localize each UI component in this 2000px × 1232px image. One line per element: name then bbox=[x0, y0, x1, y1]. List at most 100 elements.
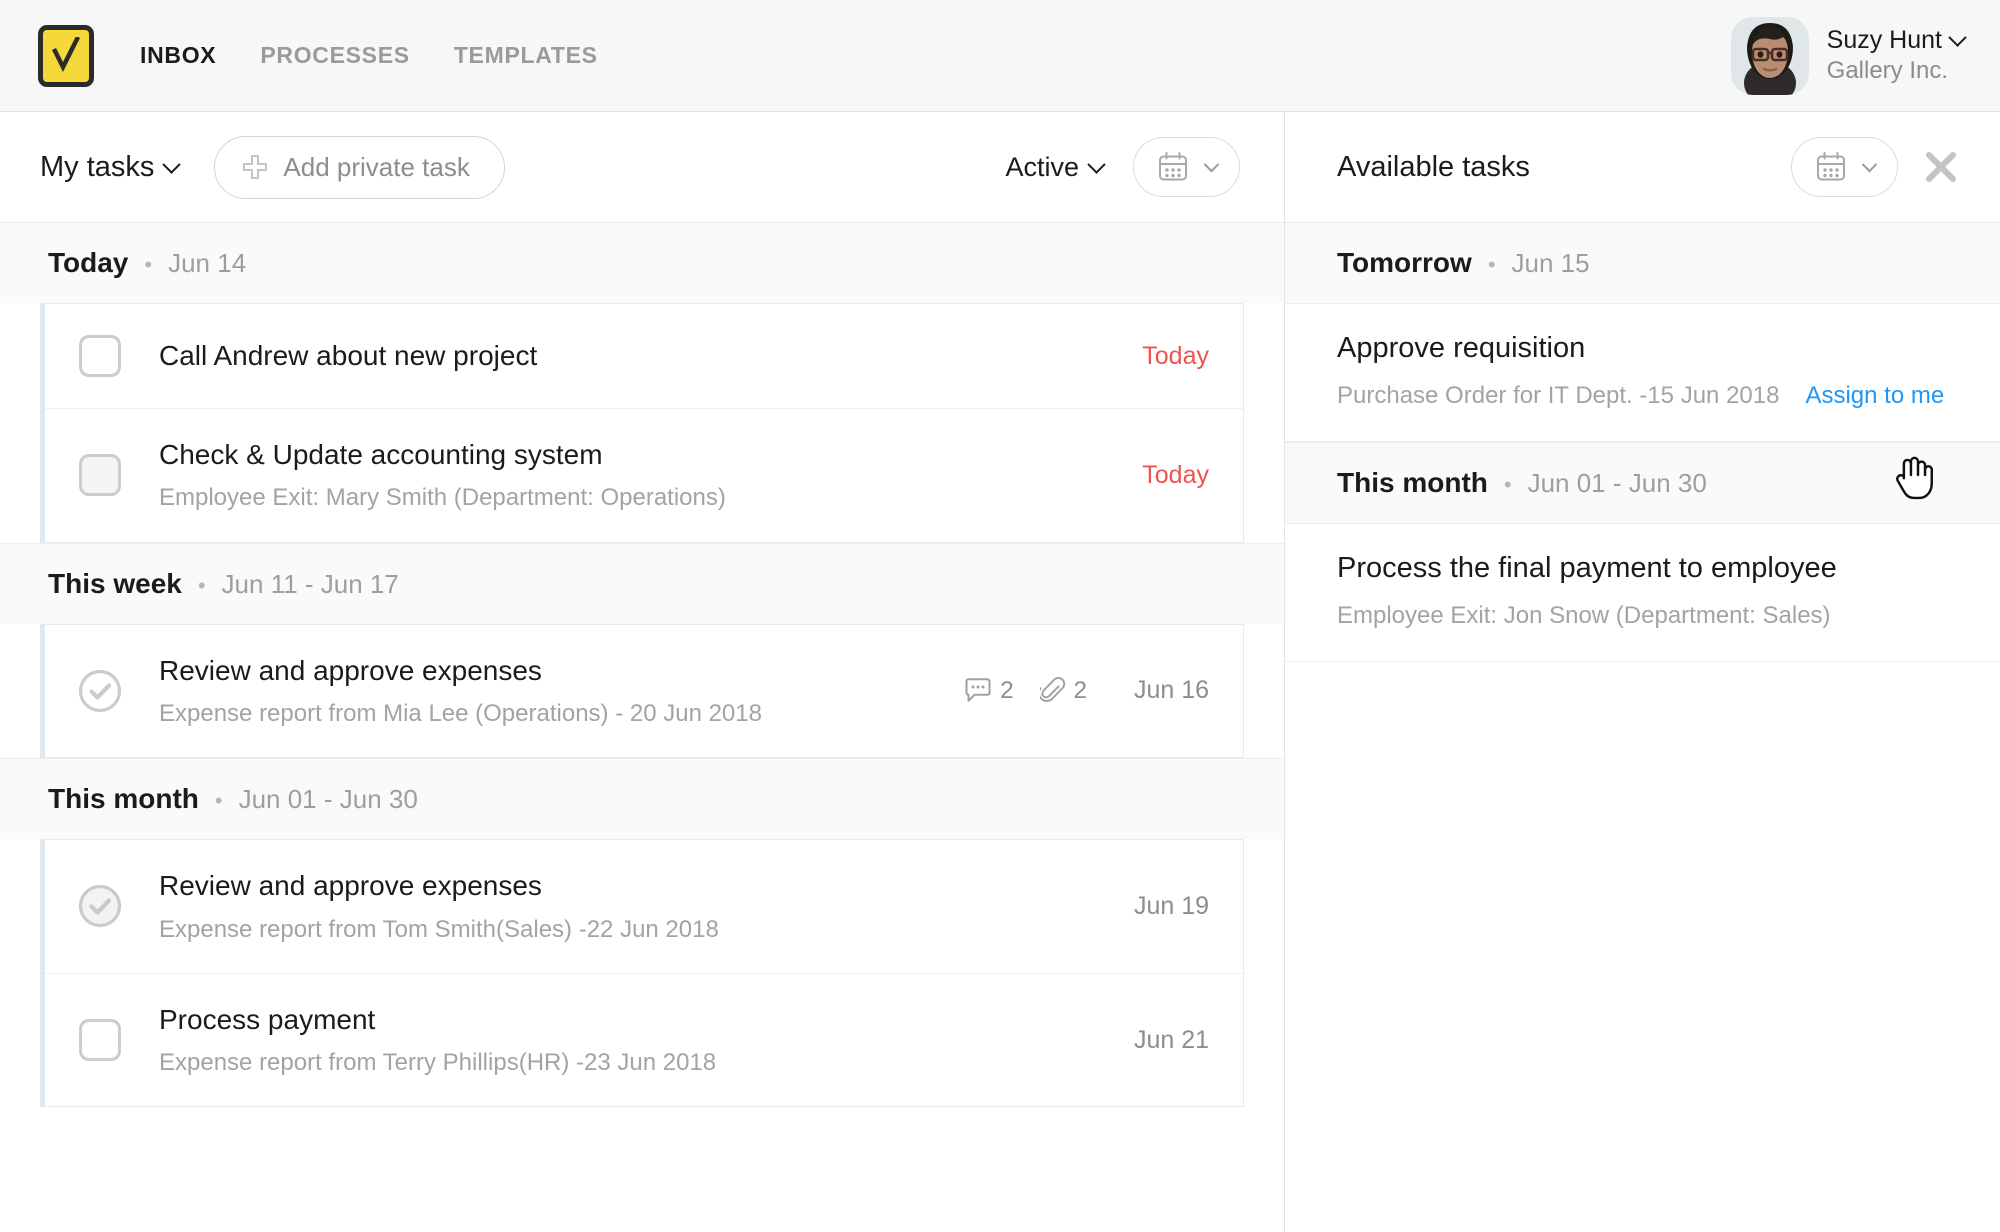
nav-item-templates[interactable]: TEMPLATES bbox=[454, 42, 598, 69]
comment-icon bbox=[964, 678, 992, 704]
task-due-date: Jun 19 bbox=[1133, 891, 1209, 920]
task-content: Call Andrew about new project bbox=[123, 338, 1093, 374]
main-nav: INBOX PROCESSES TEMPLATES bbox=[140, 42, 598, 69]
circle-check-icon[interactable] bbox=[77, 883, 123, 929]
group-title: This month bbox=[48, 783, 199, 815]
chevron-down-icon bbox=[1861, 156, 1878, 172]
top-navigation-bar: INBOX PROCESSES TEMPLATES Suzy Hunt Gall… bbox=[0, 0, 2000, 112]
task-meta: Today bbox=[1093, 461, 1209, 490]
available-task-row[interactable]: Process the final payment to employee Em… bbox=[1285, 524, 2000, 662]
group-title: Today bbox=[48, 247, 129, 278]
task-meta: Jun 21 bbox=[1093, 1026, 1209, 1055]
tasks-toolbar: My tasks Add private task Active bbox=[0, 112, 1284, 222]
attachment-count[interactable]: 2 bbox=[1039, 676, 1087, 705]
task-checkbox[interactable] bbox=[79, 454, 121, 497]
calendar-icon bbox=[1156, 150, 1190, 184]
group-title: This month bbox=[1337, 466, 1488, 498]
task-checkbox-cell bbox=[77, 335, 123, 377]
circle-check-icon[interactable] bbox=[77, 668, 123, 714]
task-content: Review and approve expenses Expense repo… bbox=[123, 653, 944, 730]
task-scope-dropdown[interactable]: My tasks bbox=[40, 150, 182, 184]
group-date-range: Jun 01 - Jun 30 bbox=[1527, 467, 1707, 498]
group-title: This week bbox=[48, 567, 182, 599]
available-date-filter-button[interactable] bbox=[1791, 137, 1898, 197]
close-icon[interactable] bbox=[1924, 150, 1958, 184]
task-group-header: This week • Jun 11 - Jun 17 bbox=[0, 542, 1284, 624]
group-date-range: Jun 14 bbox=[168, 248, 247, 278]
task-subtitle: Employee Exit: Mary Smith (Department: O… bbox=[159, 484, 726, 512]
status-filter-dropdown[interactable]: Active bbox=[1005, 151, 1106, 183]
assign-to-me-link[interactable]: Assign to me bbox=[1805, 382, 1944, 410]
chevron-down-icon bbox=[1948, 28, 1967, 47]
available-group-header: Tomorrow • Jun 15 bbox=[1285, 222, 2000, 304]
user-menu[interactable]: Suzy Hunt Gallery Inc. bbox=[1730, 16, 1967, 95]
chevron-down-icon bbox=[1087, 154, 1106, 174]
available-tasks-title: Available tasks bbox=[1337, 150, 1530, 183]
task-subtitle: Expense report from Mia Lee (Operations)… bbox=[159, 699, 762, 727]
task-group-header: This month • Jun 01 - Jun 30 bbox=[0, 758, 1284, 840]
group-separator: • bbox=[144, 252, 153, 277]
add-private-task-button[interactable]: Add private task bbox=[214, 135, 505, 199]
task-row[interactable]: Check & Update accounting system Employe… bbox=[45, 408, 1243, 542]
available-task-subtitle: Employee Exit: Jon Snow (Department: Sal… bbox=[1337, 601, 1831, 629]
paperclip-icon bbox=[1039, 676, 1066, 705]
available-tasks-pane: Available tasks Tomorrow • Jun 15 Approv… bbox=[1285, 112, 2000, 1232]
task-checkbox-cell bbox=[77, 668, 123, 714]
task-due-date: Today bbox=[1142, 460, 1209, 489]
task-checkbox-cell bbox=[77, 454, 123, 497]
task-content: Check & Update accounting system Employe… bbox=[123, 437, 1093, 514]
comment-count-value: 2 bbox=[1000, 676, 1014, 704]
task-meta: Jun 19 bbox=[1093, 892, 1209, 921]
group-title: Tomorrow bbox=[1337, 247, 1472, 278]
task-due-date: Jun 16 bbox=[1133, 676, 1209, 705]
task-due-date: Jun 21 bbox=[1133, 1025, 1209, 1054]
task-row[interactable]: Review and approve expenses Expense repo… bbox=[45, 625, 1243, 758]
group-date-range: Jun 11 - Jun 17 bbox=[221, 568, 399, 599]
available-task-subrow: Employee Exit: Jon Snow (Department: Sal… bbox=[1337, 600, 1960, 631]
task-checkbox-cell bbox=[77, 883, 123, 929]
calendar-icon bbox=[1814, 150, 1848, 184]
date-filter-button[interactable] bbox=[1133, 137, 1240, 197]
checkmark-logo-icon bbox=[51, 36, 81, 75]
group-separator: • bbox=[1487, 252, 1496, 277]
task-group-header: Today • Jun 14 bbox=[0, 222, 1284, 303]
task-row[interactable]: Process payment Expense report from Terr… bbox=[45, 972, 1243, 1107]
task-content: Process payment Expense report from Terr… bbox=[123, 1002, 1093, 1079]
task-subtitle: Expense report from Tom Smith(Sales) -22… bbox=[159, 915, 719, 943]
group-date-range: Jun 01 - Jun 30 bbox=[238, 784, 418, 815]
user-org: Gallery Inc. bbox=[1826, 57, 1949, 85]
chevron-down-icon bbox=[162, 154, 182, 174]
task-title: Review and approve expenses bbox=[159, 870, 542, 902]
comment-count[interactable]: 2 bbox=[964, 676, 1014, 705]
available-task-row[interactable]: Approve requisition Purchase Order for I… bbox=[1285, 304, 2000, 442]
task-row[interactable]: Call Andrew about new project Today bbox=[45, 304, 1243, 408]
task-checkbox[interactable] bbox=[79, 335, 121, 377]
task-due-date: Today bbox=[1142, 341, 1209, 370]
nav-item-inbox[interactable]: INBOX bbox=[140, 42, 216, 69]
available-task-title: Approve requisition bbox=[1337, 332, 1586, 364]
group-separator: • bbox=[214, 788, 223, 814]
status-filter-label: Active bbox=[1005, 151, 1079, 182]
group-separator: • bbox=[197, 572, 206, 598]
task-meta: 2 2 Jun 16 bbox=[944, 676, 1209, 705]
avatar bbox=[1730, 16, 1809, 95]
attachment-count-value: 2 bbox=[1073, 676, 1087, 704]
task-scope-label: My tasks bbox=[40, 150, 155, 183]
page-body: My tasks Add private task Active Today •… bbox=[0, 112, 2000, 1232]
task-meta: Today bbox=[1093, 342, 1209, 371]
app-logo[interactable] bbox=[38, 24, 94, 87]
available-task-subtitle: Purchase Order for IT Dept. -15 Jun 2018 bbox=[1337, 381, 1780, 409]
available-group-header: This month • Jun 01 - Jun 30 bbox=[1285, 441, 2000, 524]
user-name: Suzy Hunt bbox=[1827, 25, 1967, 56]
task-group-card: Call Andrew about new project Today Chec… bbox=[40, 303, 1244, 543]
nav-item-processes[interactable]: PROCESSES bbox=[260, 42, 409, 69]
task-checkbox-cell bbox=[77, 1019, 123, 1062]
group-separator: • bbox=[1503, 471, 1512, 497]
available-task-subrow: Purchase Order for IT Dept. -15 Jun 2018… bbox=[1337, 380, 1960, 411]
group-date-range: Jun 15 bbox=[1511, 248, 1590, 278]
task-row[interactable]: Review and approve expenses Expense repo… bbox=[45, 840, 1243, 973]
my-tasks-pane: My tasks Add private task Active Today •… bbox=[0, 112, 1285, 1232]
task-content: Review and approve expenses Expense repo… bbox=[123, 868, 1093, 945]
task-checkbox[interactable] bbox=[79, 1019, 121, 1062]
task-title: Call Andrew about new project bbox=[159, 339, 538, 371]
